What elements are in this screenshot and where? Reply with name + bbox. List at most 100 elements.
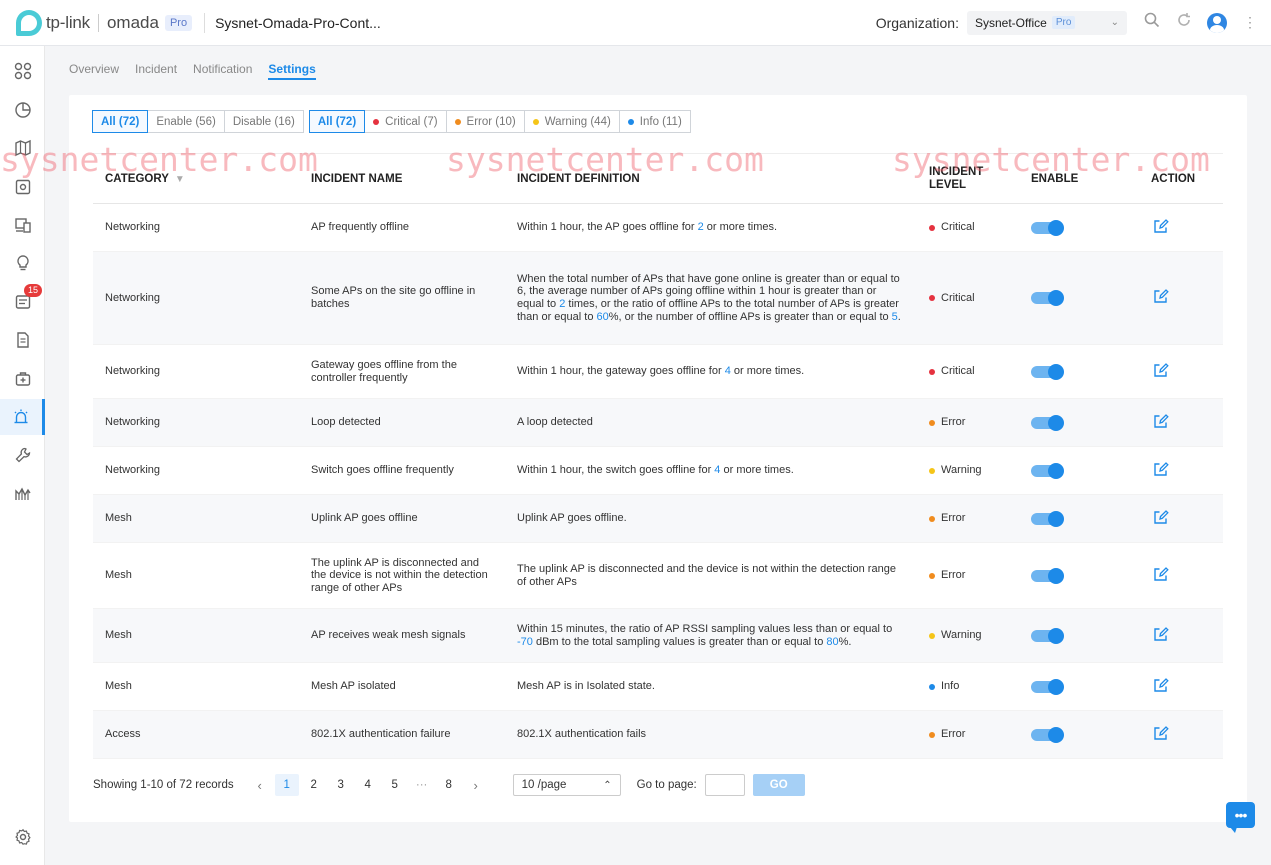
enable-toggle[interactable] (1031, 414, 1064, 431)
user-avatar-icon[interactable] (1207, 12, 1227, 33)
info-dot-icon (627, 118, 634, 125)
more-vertical-icon[interactable]: ⋮ (1241, 14, 1259, 31)
pagination-summary: Showing 1-10 of 72 records (93, 779, 234, 791)
page-4[interactable]: 4 (356, 774, 380, 796)
enable-cell (1019, 414, 1139, 431)
edit-icon[interactable] (1153, 288, 1169, 304)
incident-definition-cell: 802.1X authentication fails (505, 728, 917, 741)
maintenance-icon[interactable] (0, 437, 45, 473)
edit-icon[interactable] (1153, 677, 1169, 693)
error-dot-icon (929, 731, 935, 738)
header-category-label: CATEGORY (105, 172, 169, 185)
incident-definition-cell: Mesh AP is in Isolated state. (505, 680, 917, 693)
prev-page-icon[interactable]: ‹ (248, 774, 272, 796)
tab-incident[interactable]: Incident (135, 62, 177, 80)
map-icon[interactable] (0, 130, 45, 166)
controller-title[interactable]: Sysnet-Omada-Pro-Cont... (215, 15, 381, 31)
page-5[interactable]: 5 (383, 774, 407, 796)
filter-level-warning-label: Warning (44) (544, 115, 611, 128)
reports-icon[interactable] (0, 322, 45, 358)
filter-level-error[interactable]: Error (10) (445, 110, 525, 133)
incident-level-label: Warning (941, 629, 982, 642)
insights-icon[interactable] (0, 245, 45, 281)
enable-cell (1019, 219, 1139, 236)
filter-level-critical[interactable]: Critical (7) (364, 110, 447, 133)
page-8[interactable]: 8 (437, 774, 461, 796)
go-button[interactable]: GO (752, 774, 805, 796)
table-row: Mesh Mesh AP isolated Mesh AP is in Isolat… (93, 663, 1223, 711)
incident-definition-cell: When the total number of APs that have g… (505, 273, 917, 323)
enable-toggle[interactable] (1031, 219, 1064, 236)
incident-definition-cell: Uplink AP goes offline. (505, 512, 917, 525)
filter-level-all[interactable]: All (72) (308, 110, 366, 133)
enable-toggle[interactable] (1031, 462, 1064, 479)
settings-icon[interactable] (0, 819, 45, 855)
enable-toggle[interactable] (1031, 726, 1064, 743)
action-cell (1139, 413, 1223, 433)
tab-settings[interactable]: Settings (268, 62, 316, 80)
header-incident-level-line1: INCIDENT (929, 166, 984, 178)
devices-icon[interactable] (0, 169, 45, 205)
action-cell (1139, 288, 1223, 308)
incident-level: Critical (929, 365, 1005, 378)
edit-icon[interactable] (1153, 461, 1169, 477)
filter-status-disable[interactable]: Disable (16) (223, 110, 304, 133)
analytics-icon[interactable] (0, 476, 45, 512)
refresh-icon[interactable] (1175, 12, 1193, 33)
header-category[interactable]: CATEGORY ▼ (93, 173, 299, 185)
chat-support-button[interactable]: ••• (1226, 802, 1255, 833)
enable-toggle[interactable] (1031, 678, 1064, 695)
organization-pro-badge: Pro (1051, 16, 1076, 29)
tools-icon[interactable] (0, 361, 45, 397)
enable-toggle[interactable] (1031, 363, 1064, 380)
edit-icon[interactable] (1153, 218, 1169, 234)
logo[interactable]: tp-link omada Pro (16, 9, 193, 36)
incident-level-label: Critical (941, 365, 975, 378)
edit-icon[interactable] (1153, 413, 1169, 429)
edit-icon[interactable] (1153, 362, 1169, 378)
enable-toggle[interactable] (1031, 627, 1064, 644)
incident-level-label: Critical (941, 221, 975, 234)
filter-icon[interactable]: ▼ (175, 174, 185, 185)
goto-page-input[interactable] (704, 774, 745, 796)
edit-icon[interactable] (1153, 626, 1169, 642)
toggle-knob (1048, 219, 1064, 236)
category-cell: Mesh (105, 512, 132, 525)
edit-icon[interactable] (1153, 509, 1169, 525)
statistics-icon[interactable] (0, 92, 45, 128)
enable-toggle[interactable] (1031, 567, 1064, 584)
incident-definition-text: Mesh AP is in Isolated state. (517, 680, 655, 693)
edit-icon[interactable] (1153, 566, 1169, 582)
incident-level-label: Error (941, 512, 966, 525)
tab-overview[interactable]: Overview (69, 62, 119, 80)
next-page-icon[interactable]: › (464, 774, 488, 796)
logs-icon[interactable]: 15 (0, 284, 45, 320)
search-icon[interactable] (1143, 12, 1161, 33)
incident-settings-table: CATEGORY ▼ INCIDENT NAME INCIDENT DEFINI… (93, 153, 1223, 759)
filter-level-info[interactable]: Info (11) (618, 110, 691, 133)
organization-select[interactable]: Sysnet-Office Pro ⌄ (967, 10, 1127, 35)
logs-count-badge: 15 (24, 284, 43, 297)
table-body: Networking AP frequently offline Within 1 … (93, 204, 1223, 759)
tab-notification[interactable]: Notification (193, 62, 252, 80)
page-1[interactable]: 1 (274, 774, 299, 796)
dashboard-icon[interactable] (0, 53, 45, 89)
table-header: CATEGORY ▼ INCIDENT NAME INCIDENT DEFINI… (93, 153, 1223, 204)
clients-icon[interactable] (0, 207, 45, 243)
page-3[interactable]: 3 (329, 774, 353, 796)
incident-level-cell: Warning (917, 464, 1019, 477)
filter-level-warning[interactable]: Warning (44) (523, 110, 620, 133)
enable-toggle[interactable] (1031, 510, 1064, 527)
alerts-icon[interactable] (0, 399, 45, 435)
filter-status-enable[interactable]: Enable (56) (147, 110, 225, 133)
incident-level-cell: Info (917, 680, 1019, 693)
enable-toggle[interactable] (1031, 290, 1064, 306)
edit-icon[interactable] (1153, 725, 1169, 741)
pagination: Showing 1-10 of 72 records ‹ 1 2 3 4 5 ·… (93, 774, 805, 796)
filter-status-all[interactable]: All (72) (92, 110, 149, 133)
page-size-select[interactable]: 10 /page ⌃ (512, 774, 621, 796)
incident-definition-text: Within 1 hour, the AP goes offline for 2… (517, 221, 778, 234)
warning-dot-icon (532, 118, 539, 125)
page-ellipsis[interactable]: ··· (410, 774, 434, 796)
page-2[interactable]: 2 (302, 774, 326, 796)
